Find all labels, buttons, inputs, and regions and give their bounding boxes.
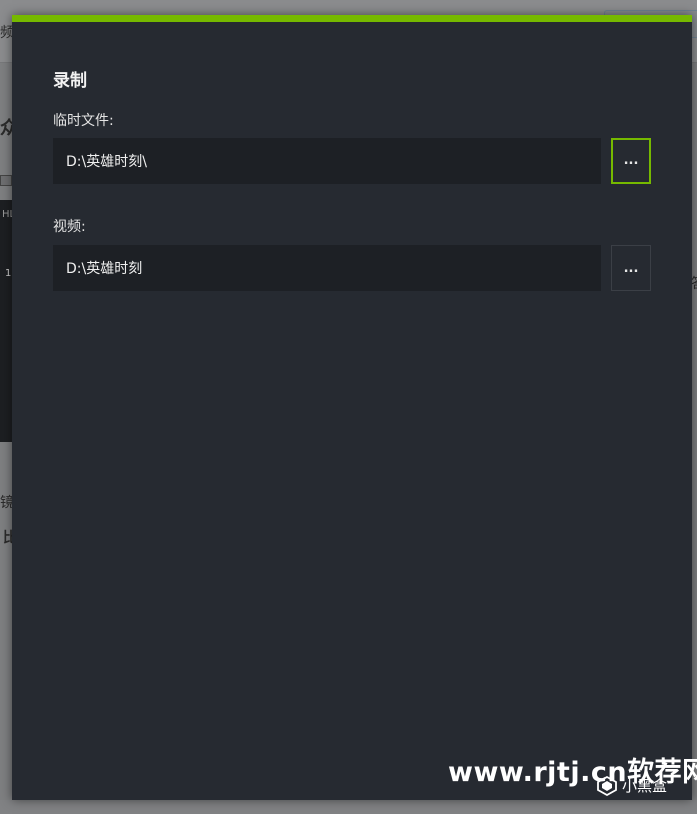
dialog-accent-bar xyxy=(12,15,692,22)
background-image-block: HL xyxy=(0,200,15,442)
temp-files-label: 临时文件: xyxy=(53,113,114,129)
temp-files-browse-button[interactable]: ... xyxy=(611,138,651,184)
videos-path-input[interactable] xyxy=(53,245,601,291)
videos-browse-button[interactable]: ... xyxy=(611,245,651,291)
videos-label: 视频: xyxy=(53,219,86,235)
temp-files-path-input[interactable] xyxy=(53,138,601,184)
section-title: 录制 xyxy=(53,71,87,91)
heybox-logo-icon xyxy=(597,775,617,796)
recording-settings-dialog: 录制 临时文件: ... 视频: ... xyxy=(12,15,692,800)
app-watermark-label: 小黑盒 xyxy=(622,777,668,795)
background-image-icon xyxy=(0,175,12,186)
app-watermark: 小黑盒 xyxy=(597,775,667,796)
background-bottom-strip xyxy=(0,800,697,814)
